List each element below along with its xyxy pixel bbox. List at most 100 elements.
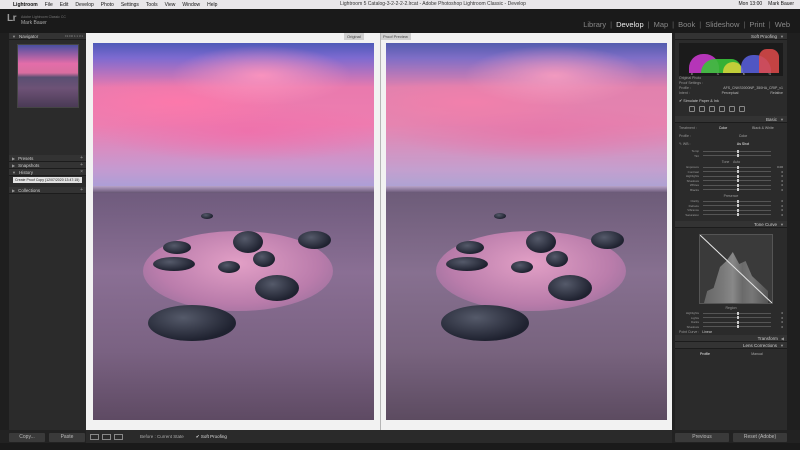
spot-removal-icon[interactable] bbox=[699, 106, 705, 112]
expand-icon: ▶ bbox=[12, 187, 16, 193]
filmstrip-edge[interactable] bbox=[0, 443, 800, 450]
lens-tabs: Profile Manual bbox=[679, 351, 783, 357]
before-state-label: Before : Current State bbox=[140, 434, 184, 439]
tone-curve-graph[interactable] bbox=[699, 234, 773, 304]
menu-photo[interactable]: Photo bbox=[101, 2, 114, 8]
previous-button[interactable]: Previous bbox=[675, 433, 729, 442]
module-web[interactable]: Web bbox=[775, 20, 790, 29]
add-snapshot-icon[interactable]: + bbox=[80, 162, 83, 168]
image-area: Original Proof Preview bbox=[86, 33, 672, 430]
collapse-icon: ▼ bbox=[12, 33, 16, 39]
module-library[interactable]: Library bbox=[583, 20, 606, 29]
clear-history-icon[interactable]: × bbox=[80, 169, 83, 175]
navigator-preview[interactable] bbox=[16, 44, 79, 108]
lens-corrections-header[interactable]: Lens Corrections ▼ bbox=[675, 342, 787, 349]
module-book[interactable]: Book bbox=[678, 20, 695, 29]
lens-profile-tab[interactable]: Profile bbox=[679, 351, 731, 357]
tone-curve-title: Tone Curve bbox=[754, 221, 778, 227]
left-panel-edge[interactable] bbox=[0, 33, 9, 430]
treatment-bw[interactable]: Black & White bbox=[743, 125, 783, 131]
add-preset-icon[interactable]: + bbox=[80, 155, 83, 161]
lens-manual-tab[interactable]: Manual bbox=[731, 351, 783, 357]
graduated-filter-icon[interactable] bbox=[719, 106, 725, 112]
snapshots-title: Snapshots bbox=[18, 162, 40, 168]
swap-icon[interactable] bbox=[114, 433, 123, 440]
collapse-icon: ▼ bbox=[780, 33, 784, 39]
profile-color-row[interactable]: Profile : Color bbox=[679, 133, 783, 139]
histogram[interactable]: R G B % bbox=[679, 43, 783, 76]
module-slideshow[interactable]: Slideshow bbox=[705, 20, 739, 29]
basic-title: Basic bbox=[766, 116, 778, 122]
radial-filter-icon[interactable] bbox=[729, 106, 735, 112]
menu-settings[interactable]: Settings bbox=[121, 2, 139, 8]
history-header[interactable]: ▼ History × bbox=[9, 169, 86, 176]
user-name[interactable]: Mark Bauer bbox=[768, 1, 794, 7]
menu-develop[interactable]: Develop bbox=[75, 2, 93, 8]
add-collection-icon[interactable]: + bbox=[80, 187, 83, 193]
catalog-name: Adobe Lightroom Classic CC bbox=[21, 15, 66, 19]
collapse-icon: ▼ bbox=[12, 169, 16, 175]
lightroom-logo: Lr bbox=[7, 13, 17, 24]
before-after-icon[interactable] bbox=[102, 433, 111, 440]
module-print[interactable]: Print bbox=[749, 20, 764, 29]
presets-header[interactable]: ▶ Presets + bbox=[9, 155, 86, 162]
menu-app[interactable]: Lightroom bbox=[13, 2, 38, 8]
presets-title: Presets bbox=[18, 155, 34, 161]
soft-proofing-header[interactable]: Soft Proofing ▼ bbox=[675, 33, 787, 40]
tone-curve-header[interactable]: Tone Curve ▼ bbox=[675, 221, 787, 228]
collections-header[interactable]: ▶ Collections + bbox=[9, 187, 86, 194]
history-item[interactable]: Create Proof Copy (12/07/2020 13:47:15) bbox=[13, 177, 82, 183]
treatment-color[interactable]: Color bbox=[703, 125, 743, 131]
transform-title: Transform bbox=[757, 335, 778, 341]
history-title: History bbox=[18, 169, 33, 175]
white-balance-row[interactable]: ✎ WB : As Shot bbox=[679, 141, 783, 147]
collections-title: Collections bbox=[18, 187, 41, 193]
menu-tools[interactable]: Tools bbox=[146, 2, 158, 8]
before-photo[interactable] bbox=[93, 43, 374, 420]
blacks-slider[interactable]: Blacks 0 bbox=[675, 188, 787, 193]
menu-edit[interactable]: Edit bbox=[60, 2, 69, 8]
right-panel-edge[interactable] bbox=[787, 33, 800, 430]
tone-auto-button[interactable]: Auto bbox=[733, 160, 740, 164]
tint-slider[interactable]: Tint bbox=[675, 154, 787, 159]
module-develop[interactable]: Develop bbox=[616, 20, 644, 29]
lens-corrections-title: Lens Corrections bbox=[743, 342, 778, 348]
menu-bar: Lightroom File Edit Develop Photo Settin… bbox=[0, 0, 800, 9]
expand-icon: ◀ bbox=[780, 335, 784, 341]
identity-user: Mark Bauer bbox=[21, 20, 47, 26]
reset-button[interactable]: Reset (Adobe) bbox=[733, 433, 787, 442]
transform-header[interactable]: Transform ◀ bbox=[675, 335, 787, 342]
loupe-view-icon[interactable] bbox=[90, 433, 99, 440]
menu-help[interactable]: Help bbox=[207, 2, 217, 8]
soft-proofing-label: Soft Proofing bbox=[200, 433, 227, 439]
left-panel: ▼ Navigator Fit Fill 1:1 3:1 ▶ Presets +… bbox=[9, 33, 86, 430]
snapshots-header[interactable]: ▶ Snapshots + bbox=[9, 162, 86, 169]
after-label: Proof Preview bbox=[380, 33, 411, 40]
basic-header[interactable]: Basic ▼ bbox=[675, 116, 787, 123]
saturation-slider[interactable]: Saturation 0 bbox=[675, 213, 787, 218]
tool-strip bbox=[679, 106, 783, 114]
navigator-header[interactable]: ▼ Navigator Fit Fill 1:1 3:1 bbox=[9, 33, 86, 40]
menu-file[interactable]: File bbox=[45, 2, 53, 8]
simulate-paper-checkbox[interactable]: ✔ Simulate Paper & Ink bbox=[675, 98, 787, 103]
paste-button[interactable]: Paste bbox=[49, 433, 85, 442]
collapse-icon: ▼ bbox=[780, 116, 784, 122]
clock[interactable]: Mon 13:00 bbox=[739, 1, 763, 7]
soft-proofing-checkbox[interactable]: ✔ Soft Proofing bbox=[196, 434, 227, 440]
histogram-readout: R G B % bbox=[690, 72, 772, 76]
zoom-options[interactable]: Fit Fill 1:1 3:1 bbox=[65, 34, 83, 38]
red-eye-icon[interactable] bbox=[709, 106, 715, 112]
before-label: Original bbox=[344, 33, 364, 40]
copy-button[interactable]: Copy... bbox=[9, 433, 45, 442]
intent-row[interactable]: Intent : Perceptual Relative bbox=[675, 91, 787, 96]
menu-view[interactable]: View bbox=[165, 2, 176, 8]
menu-window[interactable]: Window bbox=[182, 2, 200, 8]
module-picker: Library | Develop | Map | Book | Slideshow | … bbox=[583, 20, 790, 29]
after-photo[interactable] bbox=[386, 43, 667, 420]
collapse-icon: ▼ bbox=[780, 342, 784, 348]
treatment-row: Treatment : Color Black & White bbox=[679, 125, 783, 131]
crop-icon[interactable] bbox=[689, 106, 695, 112]
adjustment-brush-icon[interactable] bbox=[739, 106, 745, 112]
toolbar: Before : Current State ✔ Soft Proofing bbox=[86, 430, 672, 443]
module-map[interactable]: Map bbox=[654, 20, 669, 29]
